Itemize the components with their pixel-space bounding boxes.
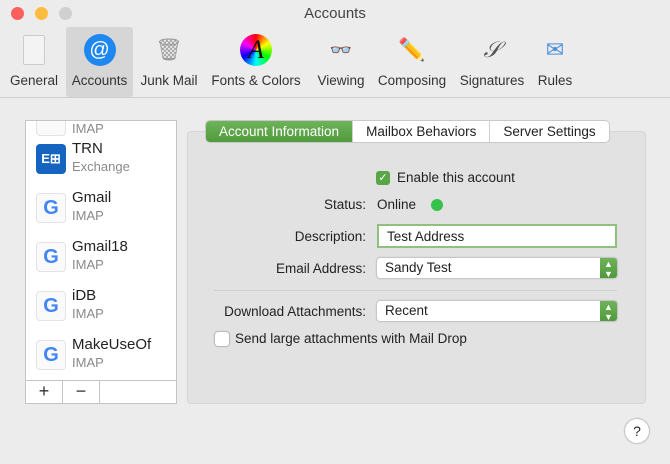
account-row-idb[interactable]: GiDB IMAP xyxy=(26,286,176,335)
rules-icon: ✉ xyxy=(545,37,565,62)
remove-account-button[interactable]: − xyxy=(63,381,100,403)
toolbar-general[interactable]: General xyxy=(4,27,64,97)
status-value: Online xyxy=(377,197,417,212)
toolbar-junk-mail[interactable]: 🗑 Junk Mail xyxy=(136,27,202,97)
account-list[interactable]: IMAP E⊞ TRN Exchange G Gmail IMAP G Gmail18 IM… xyxy=(25,120,177,404)
google-icon: G xyxy=(36,193,66,223)
toolbar: General @ Accounts 🗑 Junk Mail A Fonts & Co… xyxy=(0,26,670,98)
mail-drop-label: Send large attachments with Mail Drop xyxy=(235,331,467,346)
tab-server-settings[interactable]: Server Settings xyxy=(490,121,608,142)
toolbar-fonts-colors[interactable]: A Fonts & Colors xyxy=(206,27,306,97)
account-row-gmail18[interactable]: G Gmail18 IMAP xyxy=(26,237,176,286)
email-address-select[interactable]: Sandy Test ▲ ▼ xyxy=(377,258,617,279)
tab-account-information[interactable]: Account Information xyxy=(206,121,354,142)
tab-mailbox-behaviors[interactable]: Mailbox Behaviors xyxy=(353,121,491,142)
tab-bar: Account Information Mailbox Behaviors Se… xyxy=(206,121,609,142)
list-button-bar: + − xyxy=(26,380,176,403)
fonts-colors-icon: A xyxy=(239,33,273,67)
online-status-dot xyxy=(431,199,443,211)
chevron-updown-icon: ▲ ▼ xyxy=(600,301,617,322)
account-icon xyxy=(36,121,66,136)
email-address-value: Sandy Test xyxy=(385,260,452,275)
toolbar-composing[interactable]: ✏️ Composing xyxy=(373,27,451,97)
google-icon: G xyxy=(36,340,66,370)
download-attachments-select[interactable]: Recent ▲ ▼ xyxy=(377,301,617,322)
account-row-makeuseof[interactable]: G MakeUseOf IMAP xyxy=(26,335,176,384)
at-sign-icon: @ xyxy=(83,33,117,67)
download-attachments-value: Recent xyxy=(385,303,428,318)
window-title: Accounts xyxy=(304,5,366,22)
separator xyxy=(214,290,617,291)
toolbar-accounts[interactable]: @ Accounts xyxy=(66,27,133,97)
chevron-updown-icon: ▲ ▼ xyxy=(600,258,617,279)
toolbar-signatures[interactable]: 𝒮 Signatures xyxy=(455,27,529,97)
google-icon: G xyxy=(36,291,66,321)
toolbar-viewing[interactable]: 👓 Viewing xyxy=(312,27,370,97)
account-row-trn[interactable]: E⊞ TRN Exchange xyxy=(26,139,176,188)
status-label: Status: xyxy=(323,197,366,212)
account-row-gmail[interactable]: G Gmail IMAP xyxy=(26,188,176,237)
add-account-button[interactable]: + xyxy=(26,381,63,403)
composing-icon: ✏️ xyxy=(398,37,426,62)
download-attachments-label: Download Attachments: xyxy=(224,304,366,319)
email-address-label: Email Address: xyxy=(275,261,366,276)
toolbar-rules[interactable]: ✉ Rules xyxy=(532,27,578,97)
mail-drop-checkbox[interactable] xyxy=(215,332,229,346)
enable-account-label: Enable this account xyxy=(397,170,515,185)
help-button[interactable]: ? xyxy=(625,419,649,443)
enable-account-checkbox[interactable]: ✓ xyxy=(376,171,390,185)
signatures-icon: 𝒮 xyxy=(483,37,501,62)
viewing-icon: 👓 xyxy=(329,39,353,60)
description-label: Description: xyxy=(294,229,366,244)
general-icon xyxy=(17,33,51,67)
google-icon: G xyxy=(36,242,66,272)
exchange-icon: E⊞ xyxy=(36,144,66,174)
junk-mail-icon: 🗑 xyxy=(155,37,183,62)
description-input[interactable]: Test Address xyxy=(377,224,617,248)
